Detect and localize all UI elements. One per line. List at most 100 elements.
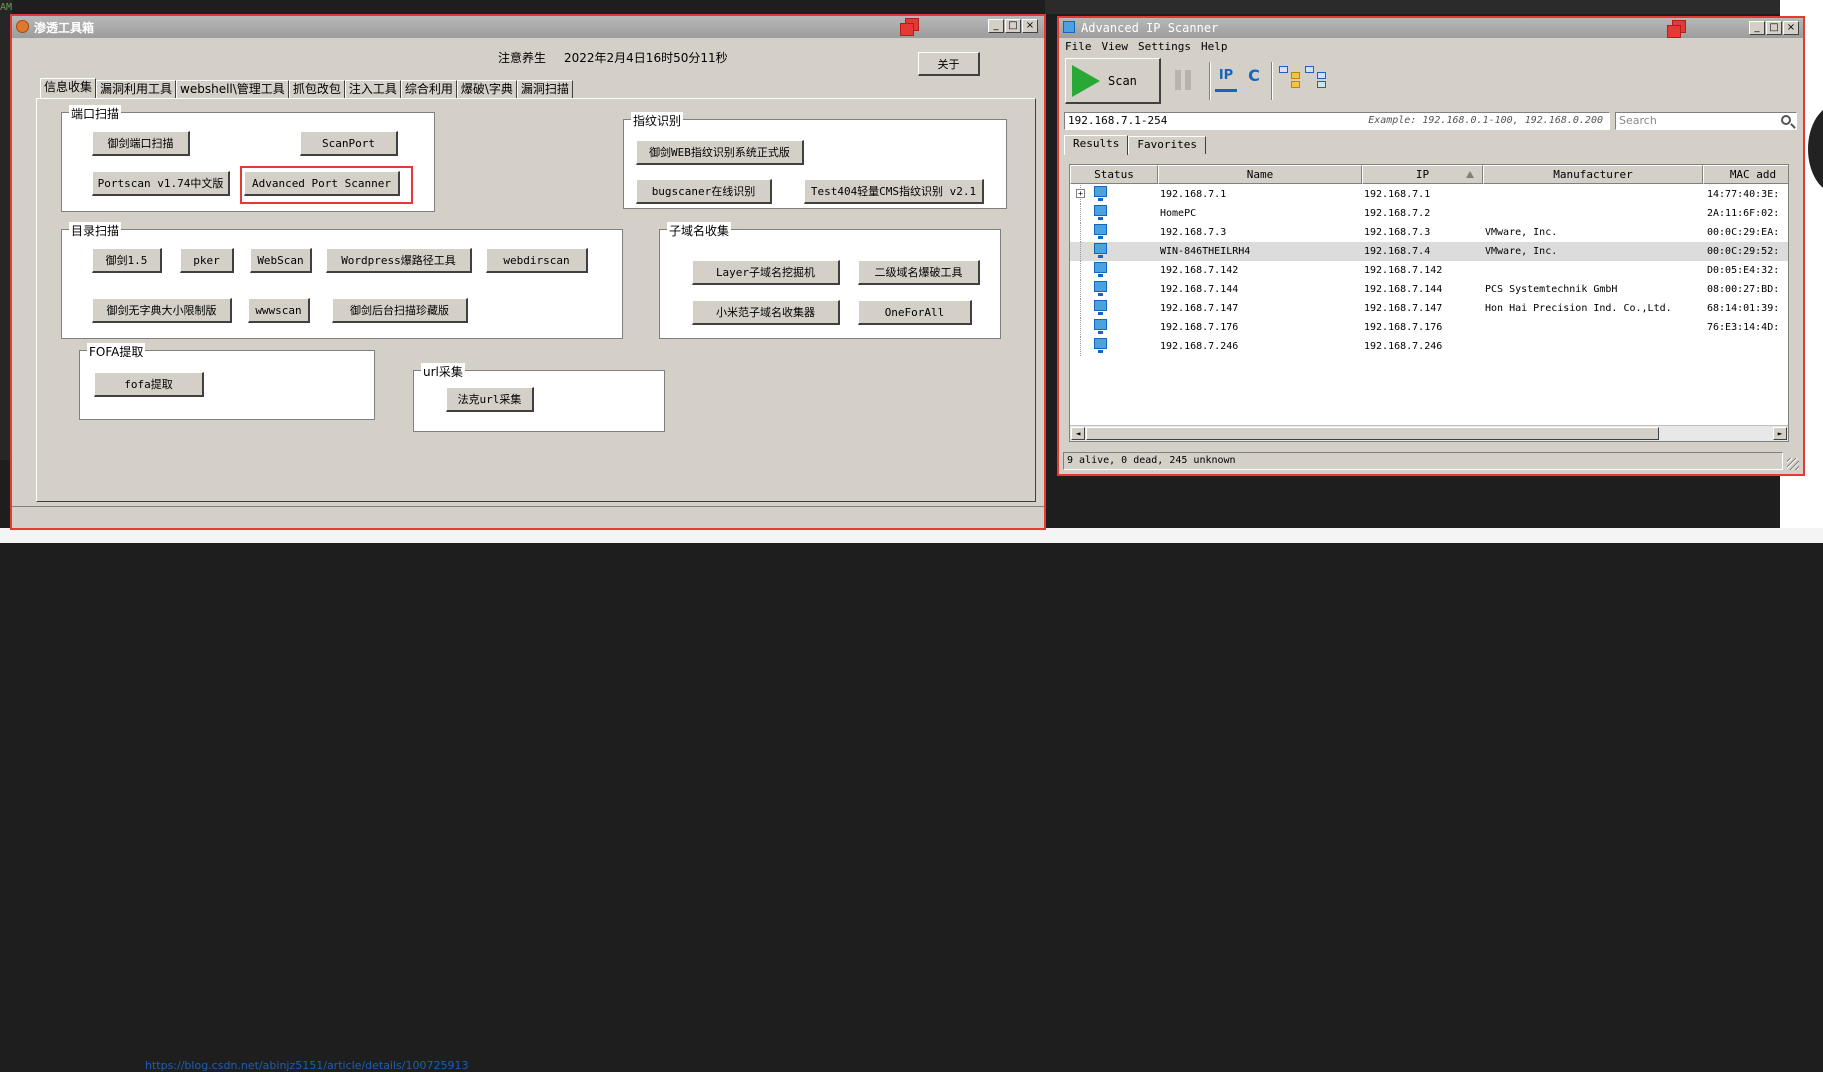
horizontal-scrollbar[interactable]: ◄ ► bbox=[1070, 425, 1788, 441]
name-cell: WIN-846THEILRH4 bbox=[1160, 246, 1251, 257]
about-button[interactable]: 关于 bbox=[918, 52, 980, 76]
fake-url-collect-button[interactable]: 法克url采集 bbox=[446, 387, 534, 412]
table-row[interactable]: 192.168.7.3 192.168.7.3 VMware, Inc. 00:0C:… bbox=[1070, 223, 1788, 242]
tab-info-gathering[interactable]: 信息收集 bbox=[40, 78, 97, 99]
computer-icon bbox=[1094, 300, 1107, 315]
scanport-button[interactable]: ScanPort bbox=[300, 131, 398, 156]
toolbox-window-controls: _ □ × bbox=[988, 19, 1038, 33]
background-link[interactable]: https://blog.csdn.net/abinjz5151/article… bbox=[145, 1059, 469, 1072]
name-cell: 192.168.7.147 bbox=[1160, 303, 1239, 314]
tab-webshell[interactable]: webshell\管理工具 bbox=[176, 80, 289, 98]
subdomain-brute-button[interactable]: 二级域名爆破工具 bbox=[858, 260, 980, 285]
column-status[interactable]: Status bbox=[1070, 165, 1158, 184]
yujian-backend-button[interactable]: 御剑后台扫描珍藏版 bbox=[332, 298, 468, 323]
column-manufacturer[interactable]: Manufacturer bbox=[1483, 165, 1703, 184]
scroll-right-icon[interactable]: ► bbox=[1773, 427, 1787, 440]
status-cell bbox=[1070, 337, 1158, 356]
scroll-thumb[interactable] bbox=[1086, 427, 1659, 440]
wwwscan-button[interactable]: wwwscan bbox=[248, 298, 310, 323]
close-icon[interactable]: × bbox=[1783, 21, 1799, 35]
table-row[interactable]: 192.168.7.142 192.168.7.142 D0:05:E4:32: bbox=[1070, 261, 1788, 280]
name-cell: 192.168.7.142 bbox=[1160, 265, 1239, 276]
webdirscan-button[interactable]: webdirscan bbox=[486, 248, 588, 273]
maximize-icon[interactable]: □ bbox=[1766, 21, 1782, 35]
table-row[interactable]: 192.168.7.246 192.168.7.246 bbox=[1070, 337, 1788, 356]
layer-subdomain-button[interactable]: Layer子域名挖掘机 bbox=[692, 260, 840, 285]
column-mac[interactable]: MAC add bbox=[1703, 165, 1788, 184]
toolbar-separator bbox=[1271, 62, 1273, 100]
search-icon[interactable] bbox=[1781, 115, 1791, 125]
tab-favorites[interactable]: Favorites bbox=[1128, 136, 1206, 154]
tab-combined[interactable]: 综合利用 bbox=[400, 80, 457, 98]
table-row[interactable]: 192.168.7.147 192.168.7.147 Hon Hai Precis… bbox=[1070, 299, 1788, 318]
tree-line bbox=[1080, 242, 1081, 261]
xiaomifan-subdomain-button[interactable]: 小米范子域名收集器 bbox=[692, 300, 840, 325]
status-cell bbox=[1070, 280, 1158, 299]
table-row[interactable]: HomePC 192.168.7.2 2A:11:6F:02: bbox=[1070, 204, 1788, 223]
highlight-box bbox=[240, 166, 413, 204]
computer-icon bbox=[1094, 281, 1107, 296]
scan-button[interactable]: Scan bbox=[1065, 58, 1161, 104]
table-row[interactable]: WIN-846THEILRH4 192.168.7.4 VMware, Inc. 00… bbox=[1070, 242, 1788, 261]
ip-scanner-titlebar[interactable]: Advanced IP Scanner _ □ × bbox=[1059, 18, 1803, 38]
mac-cell: 14:77:40:3E: bbox=[1707, 189, 1780, 200]
yujian-15-button[interactable]: 御剑1.5 bbox=[92, 248, 162, 273]
status-cell bbox=[1070, 261, 1158, 280]
test404-cms-button[interactable]: Test404轻量CMS指纹识别 v2.1 bbox=[804, 179, 984, 204]
results-list: Status Name IP Manufacturer MAC add +192… bbox=[1069, 164, 1789, 442]
computer-icon bbox=[1094, 205, 1107, 220]
ip-icon[interactable]: IP bbox=[1215, 64, 1237, 92]
status-cell bbox=[1070, 223, 1158, 242]
ip-cell: 192.168.7.142 bbox=[1364, 265, 1443, 276]
tab-bruteforce[interactable]: 爆破\字典 bbox=[456, 80, 517, 98]
results-header: Status Name IP Manufacturer MAC add bbox=[1070, 165, 1788, 184]
portscan-button[interactable]: Portscan v1.74中文版 bbox=[92, 171, 230, 196]
tree-line bbox=[1080, 223, 1081, 242]
pause-icon[interactable] bbox=[1175, 70, 1193, 90]
tab-exploit-tools[interactable]: 漏洞利用工具 bbox=[96, 80, 177, 98]
status-cell: + bbox=[1070, 185, 1158, 204]
fofa-title: FOFA提取 bbox=[87, 343, 146, 360]
minimize-icon[interactable]: _ bbox=[1749, 21, 1765, 35]
tab-injection[interactable]: 注入工具 bbox=[344, 80, 401, 98]
table-row[interactable]: 192.168.7.176 192.168.7.176 76:E3:14:4D: bbox=[1070, 318, 1788, 337]
toolbox-titlebar[interactable]: 渗透工具箱 _ □ × bbox=[12, 16, 1044, 38]
maximize-icon[interactable]: □ bbox=[1005, 19, 1021, 33]
url-title: url采集 bbox=[421, 363, 465, 380]
ip-scanner-window: Advanced IP Scanner _ □ × File View Sett… bbox=[1057, 16, 1805, 476]
menu-view[interactable]: View bbox=[1102, 40, 1129, 53]
tab-vuln-scan[interactable]: 漏洞扫描 bbox=[516, 80, 573, 98]
yujian-port-scan-button[interactable]: 御剑端口扫描 bbox=[92, 131, 190, 156]
yujian-nodict-button[interactable]: 御剑无字典大小限制版 bbox=[92, 298, 232, 323]
column-ip[interactable]: IP bbox=[1362, 165, 1483, 184]
table-row[interactable]: 192.168.7.144 192.168.7.144 PCS Systemtech… bbox=[1070, 280, 1788, 299]
computer-icon bbox=[1094, 262, 1107, 277]
menu-help[interactable]: Help bbox=[1201, 40, 1228, 53]
manufacturer-cell: VMware, Inc. bbox=[1485, 246, 1558, 257]
resize-grip-icon[interactable] bbox=[1787, 458, 1799, 470]
menu-settings[interactable]: Settings bbox=[1138, 40, 1191, 53]
scroll-left-icon[interactable]: ◄ bbox=[1071, 427, 1085, 440]
oneforall-button[interactable]: OneForAll bbox=[858, 300, 972, 325]
menu-file[interactable]: File bbox=[1065, 40, 1092, 53]
close-icon[interactable]: × bbox=[1022, 19, 1038, 33]
ip-scanner-window-controls: _ □ × bbox=[1749, 21, 1799, 35]
yujian-web-fingerprint-button[interactable]: 御剑WEB指纹识别系统正式版 bbox=[636, 140, 804, 165]
minimize-icon[interactable]: _ bbox=[988, 19, 1004, 33]
search-input[interactable]: Search bbox=[1615, 112, 1797, 130]
ip-range-input[interactable]: 192.168.7.1-254 Example: 192.168.0.1-100… bbox=[1064, 112, 1610, 130]
webscan-button[interactable]: WebScan bbox=[250, 248, 312, 273]
expand-icon[interactable]: + bbox=[1076, 189, 1085, 198]
bugscaner-button[interactable]: bugscaner在线识别 bbox=[636, 179, 772, 204]
network-tree-icon[interactable] bbox=[1279, 64, 1303, 88]
wordpress-path-button[interactable]: Wordpress爆路径工具 bbox=[326, 248, 472, 273]
c-icon[interactable]: C bbox=[1243, 64, 1265, 92]
network-list-icon[interactable] bbox=[1305, 64, 1329, 88]
menu-bar: File View Settings Help bbox=[1065, 40, 1227, 53]
tab-packet-capture[interactable]: 抓包改包 bbox=[288, 80, 345, 98]
table-row[interactable]: +192.168.7.1 192.168.7.1 14:77:40:3E: bbox=[1070, 185, 1788, 204]
fofa-extract-button[interactable]: fofa提取 bbox=[94, 372, 204, 397]
pker-button[interactable]: pker bbox=[180, 248, 234, 273]
column-name[interactable]: Name bbox=[1158, 165, 1362, 184]
tab-results[interactable]: Results bbox=[1064, 135, 1129, 155]
